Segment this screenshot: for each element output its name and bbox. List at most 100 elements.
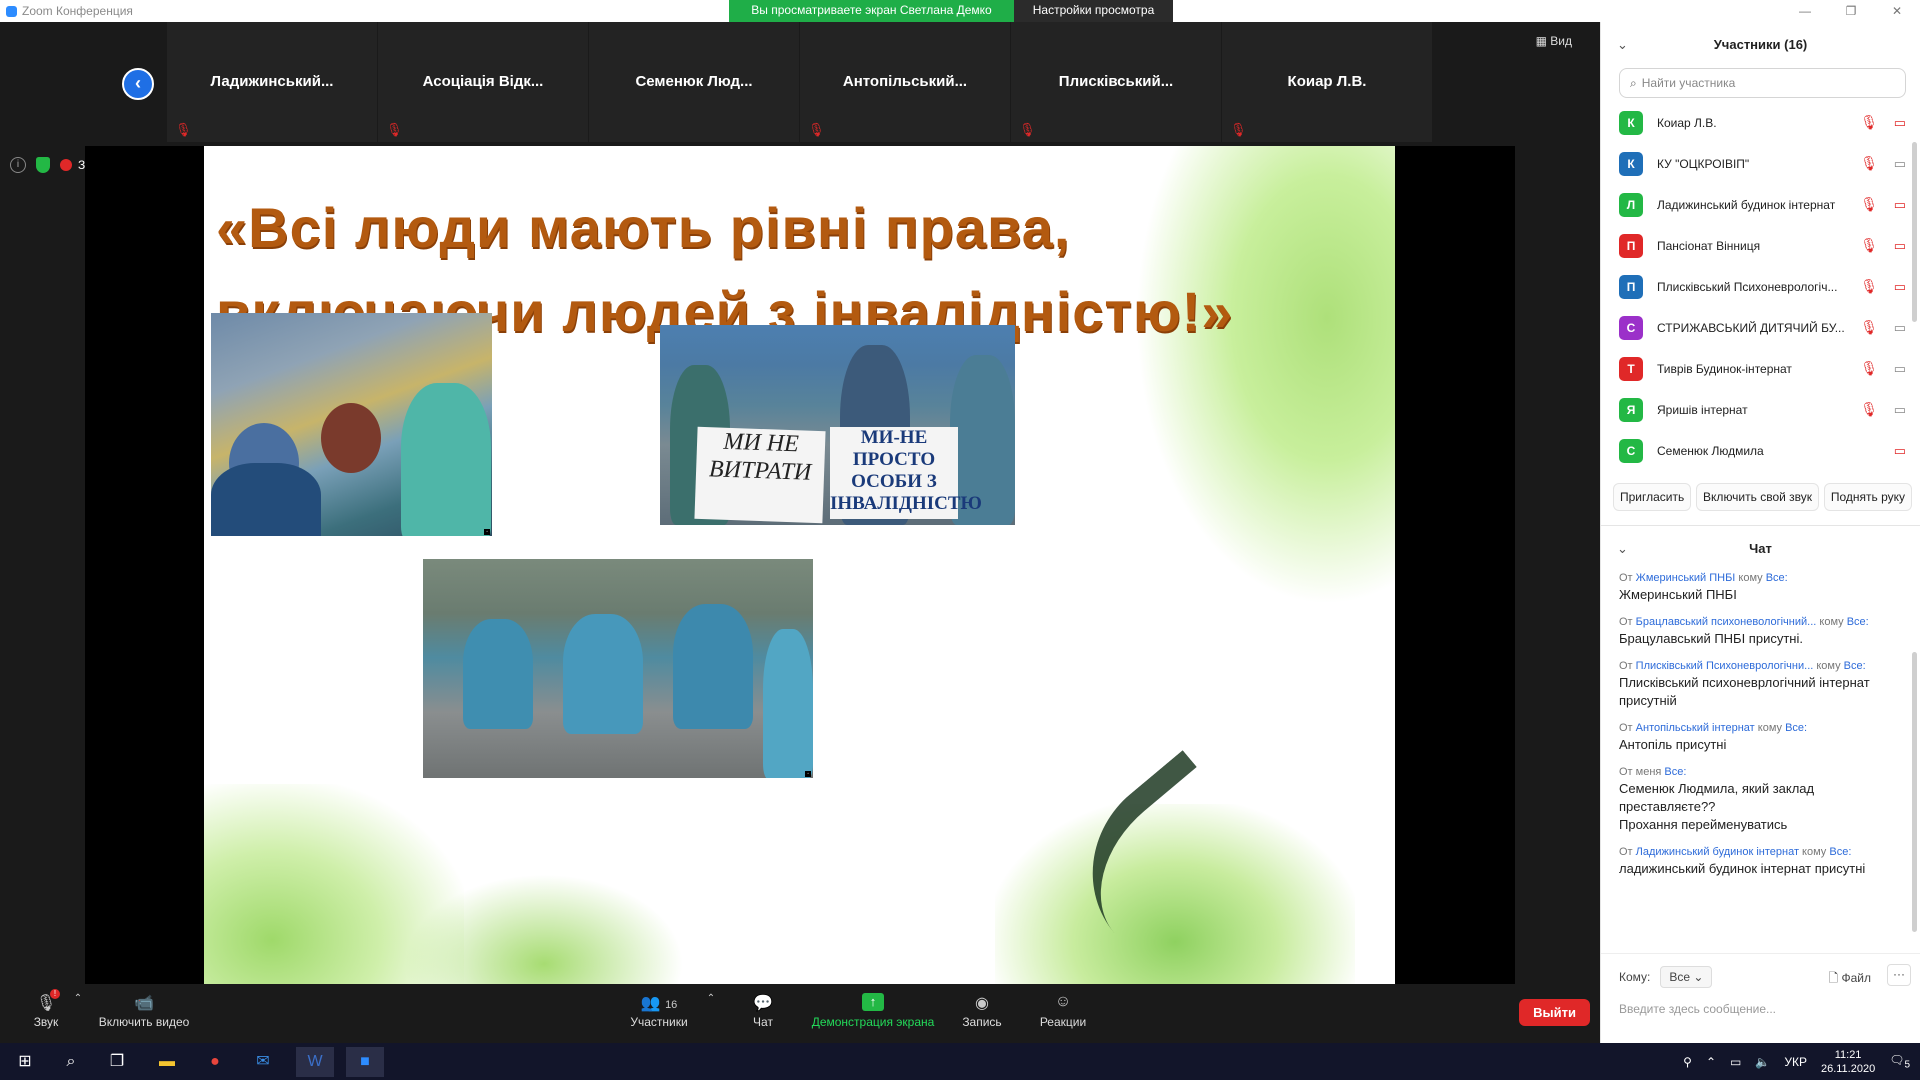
avatar: Т: [1619, 356, 1643, 381]
collapse-chevron-icon[interactable]: ⌄: [1617, 22, 1628, 68]
chat-compose: Кому: Все ⌄ 🗋 Файл ··· Введите здесь соо…: [1601, 953, 1920, 1043]
avatar: С: [1619, 438, 1643, 463]
participant-tile[interactable]: Коиар Л.В. 🎙: [1222, 22, 1432, 142]
chevron-up-icon[interactable]: ⌃: [1706, 1055, 1716, 1069]
search-icon: ⌕: [1630, 75, 1637, 90]
message-recipient[interactable]: Все:: [1844, 660, 1866, 672]
word-icon[interactable]: W: [296, 1047, 334, 1077]
participant-list-item[interactable]: С Семенюк Людмила ▭: [1601, 430, 1920, 471]
reactions-button[interactable]: ☺ Реакции: [1036, 987, 1090, 1043]
message-to-prefix: кому: [1754, 722, 1786, 734]
participants-scrollbar[interactable]: [1912, 142, 1917, 322]
caret-up-icon: ⌃: [706, 993, 716, 1004]
message-sender[interactable]: Ладижинський будинок інтернат: [1636, 846, 1799, 858]
chat-message-meta: От Антопільський інтернат кому Все:: [1619, 722, 1906, 734]
photo-figure: [673, 604, 753, 729]
unmute-self-button[interactable]: Включить свой звук: [1696, 483, 1820, 511]
people-icon[interactable]: ⚲: [1683, 1055, 1692, 1069]
participant-list-item[interactable]: Л Ладижинський будинок інтернат 🎙 ▭: [1601, 184, 1920, 225]
message-recipient[interactable]: Все:: [1664, 766, 1686, 778]
security-shield-icon[interactable]: [36, 157, 50, 173]
tile-name: Семенюк Люд...: [635, 73, 753, 90]
notifications-icon[interactable]: 🗨5: [1889, 1053, 1910, 1070]
recipient-select[interactable]: Все ⌄: [1660, 966, 1713, 988]
message-recipient[interactable]: Все:: [1829, 846, 1851, 858]
share-screen-button[interactable]: ↑ Демонстрация экрана: [808, 987, 938, 1043]
participant-list-item[interactable]: К Коиар Л.В. 🎙 ▭: [1601, 102, 1920, 143]
info-icon[interactable]: i: [10, 157, 26, 173]
message-recipient[interactable]: Все:: [1847, 616, 1869, 628]
caret-up-icon: ⌃: [73, 993, 83, 1004]
language-indicator[interactable]: УКР: [1784, 1055, 1807, 1069]
view-button[interactable]: ▦ Вид: [1536, 34, 1572, 48]
participant-tile[interactable]: Антопільський... 🎙: [800, 22, 1010, 142]
more-options-button[interactable]: ···: [1887, 964, 1911, 986]
participant-tile[interactable]: Плисківський... 🎙: [1011, 22, 1221, 142]
window-titlebar: Zoom Конференция Вы просматриваете экран…: [0, 0, 1920, 31]
avatar: К: [1619, 151, 1643, 176]
shared-screen: «Всі люди мають рівні права, включаючи л…: [85, 146, 1515, 984]
file-button[interactable]: 🗋 Файл: [1828, 969, 1871, 990]
participant-name: Ладижинський будинок інтернат: [1657, 197, 1836, 212]
participant-list-item[interactable]: К КУ "ОЦКРОІВІП" 🎙 ▭: [1601, 143, 1920, 184]
photo-figure: [401, 383, 491, 536]
message-sender[interactable]: Жмеринський ПНБІ: [1636, 572, 1736, 584]
record-button[interactable]: ◉ Запись: [960, 987, 1004, 1043]
volume-icon[interactable]: 🔈: [1755, 1055, 1770, 1069]
windows-start-icon[interactable]: ⊞: [6, 1047, 44, 1077]
participant-search-input[interactable]: ⌕ Найти участника: [1619, 68, 1906, 98]
search-icon[interactable]: ⌕: [52, 1047, 90, 1077]
leave-button[interactable]: Выйти: [1519, 999, 1590, 1026]
participant-list-item[interactable]: Я Яришів інтернат 🎙 ▭: [1601, 389, 1920, 430]
clock[interactable]: 11:21 26.11.2020: [1821, 1048, 1875, 1076]
chat-message-meta: От Ладижинський будинок інтернат кому Вс…: [1619, 846, 1906, 858]
raise-hand-button[interactable]: Поднять руку: [1823, 483, 1912, 511]
message-recipient[interactable]: Все:: [1766, 572, 1788, 584]
chat-message-meta: От меня Все:: [1619, 766, 1906, 778]
participant-tile[interactable]: Семенюк Люд...: [589, 22, 799, 142]
chat-header: ⌄ Чат: [1601, 526, 1920, 572]
restore-button[interactable]: ❐: [1828, 0, 1874, 22]
mic-muted-icon: 🎙: [1860, 237, 1878, 253]
task-view-icon[interactable]: ❐: [98, 1047, 136, 1077]
participant-list-item[interactable]: П Пансіонат Вінниця 🎙 ▭: [1601, 225, 1920, 266]
participant-list-item[interactable]: С СТРИЖАВСЬКИЙ ДИТЯЧИЙ БУ... 🎙 ▭: [1601, 307, 1920, 348]
message-sender[interactable]: Плисківський Психоневрологічни...: [1636, 660, 1814, 672]
photo-figure: [321, 403, 381, 473]
invite-button[interactable]: Пригласить: [1613, 483, 1692, 511]
network-icon[interactable]: ▭: [1730, 1055, 1741, 1069]
strip-prev-button[interactable]: ‹: [122, 68, 154, 100]
chat-button[interactable]: 💬 Чат: [745, 987, 781, 1043]
participant-list-item[interactable]: П Плисківський Психоневрологіч... 🎙 ▭: [1601, 266, 1920, 307]
chat-scrollbar[interactable]: [1912, 652, 1917, 932]
collapse-chevron-icon[interactable]: ⌄: [1617, 526, 1628, 572]
file-explorer-icon[interactable]: ▬: [148, 1047, 186, 1077]
chrome-icon[interactable]: ●: [196, 1047, 234, 1077]
chat-message-input[interactable]: Введите здесь сообщение...: [1619, 1002, 1776, 1016]
close-button[interactable]: ✕: [1874, 0, 1920, 22]
tile-name: Антопільський...: [842, 73, 968, 90]
reactions-label: Реакции: [1039, 1015, 1087, 1029]
video-button[interactable]: 📹 Включить видео: [96, 987, 192, 1043]
audio-button[interactable]: 🎙 ! Звук: [26, 987, 66, 1043]
message-sender[interactable]: Брацлавський психоневологічний...: [1636, 616, 1817, 628]
minimize-button[interactable]: —: [1782, 0, 1828, 22]
video-icon: ▭: [1893, 319, 1906, 335]
participant-tile[interactable]: Асоціація Відк... 🎙: [378, 22, 588, 142]
participant-list-item[interactable]: Т Тиврів Будинок-інтернат 🎙 ▭: [1601, 348, 1920, 389]
view-settings-button[interactable]: Настройки просмотра ⌄: [1014, 0, 1173, 31]
avatar: Я: [1619, 397, 1643, 422]
participant-tile[interactable]: Ладижинський... 🎙: [167, 22, 377, 142]
date: 26.11.2020: [1820, 1062, 1876, 1075]
mail-icon[interactable]: ✉: [244, 1047, 282, 1077]
participants-options-button[interactable]: ⌃: [702, 987, 720, 1043]
audio-options-button[interactable]: ⌃: [70, 987, 86, 1043]
video-off-icon: ▭: [1893, 278, 1906, 294]
zoom-taskbar-icon[interactable]: ■: [346, 1047, 384, 1077]
chat-message-text: Семенюк Людмила, який заклад преставляєт…: [1619, 781, 1815, 832]
chat-message-meta: От Плисківський Психоневрологічни... ком…: [1619, 660, 1906, 672]
participants-button[interactable]: 👥 16 Участники: [622, 987, 696, 1043]
chat-icon: 💬: [753, 995, 773, 1012]
message-sender[interactable]: Антопільський інтернат: [1636, 722, 1755, 734]
message-recipient[interactable]: Все:: [1785, 722, 1807, 734]
